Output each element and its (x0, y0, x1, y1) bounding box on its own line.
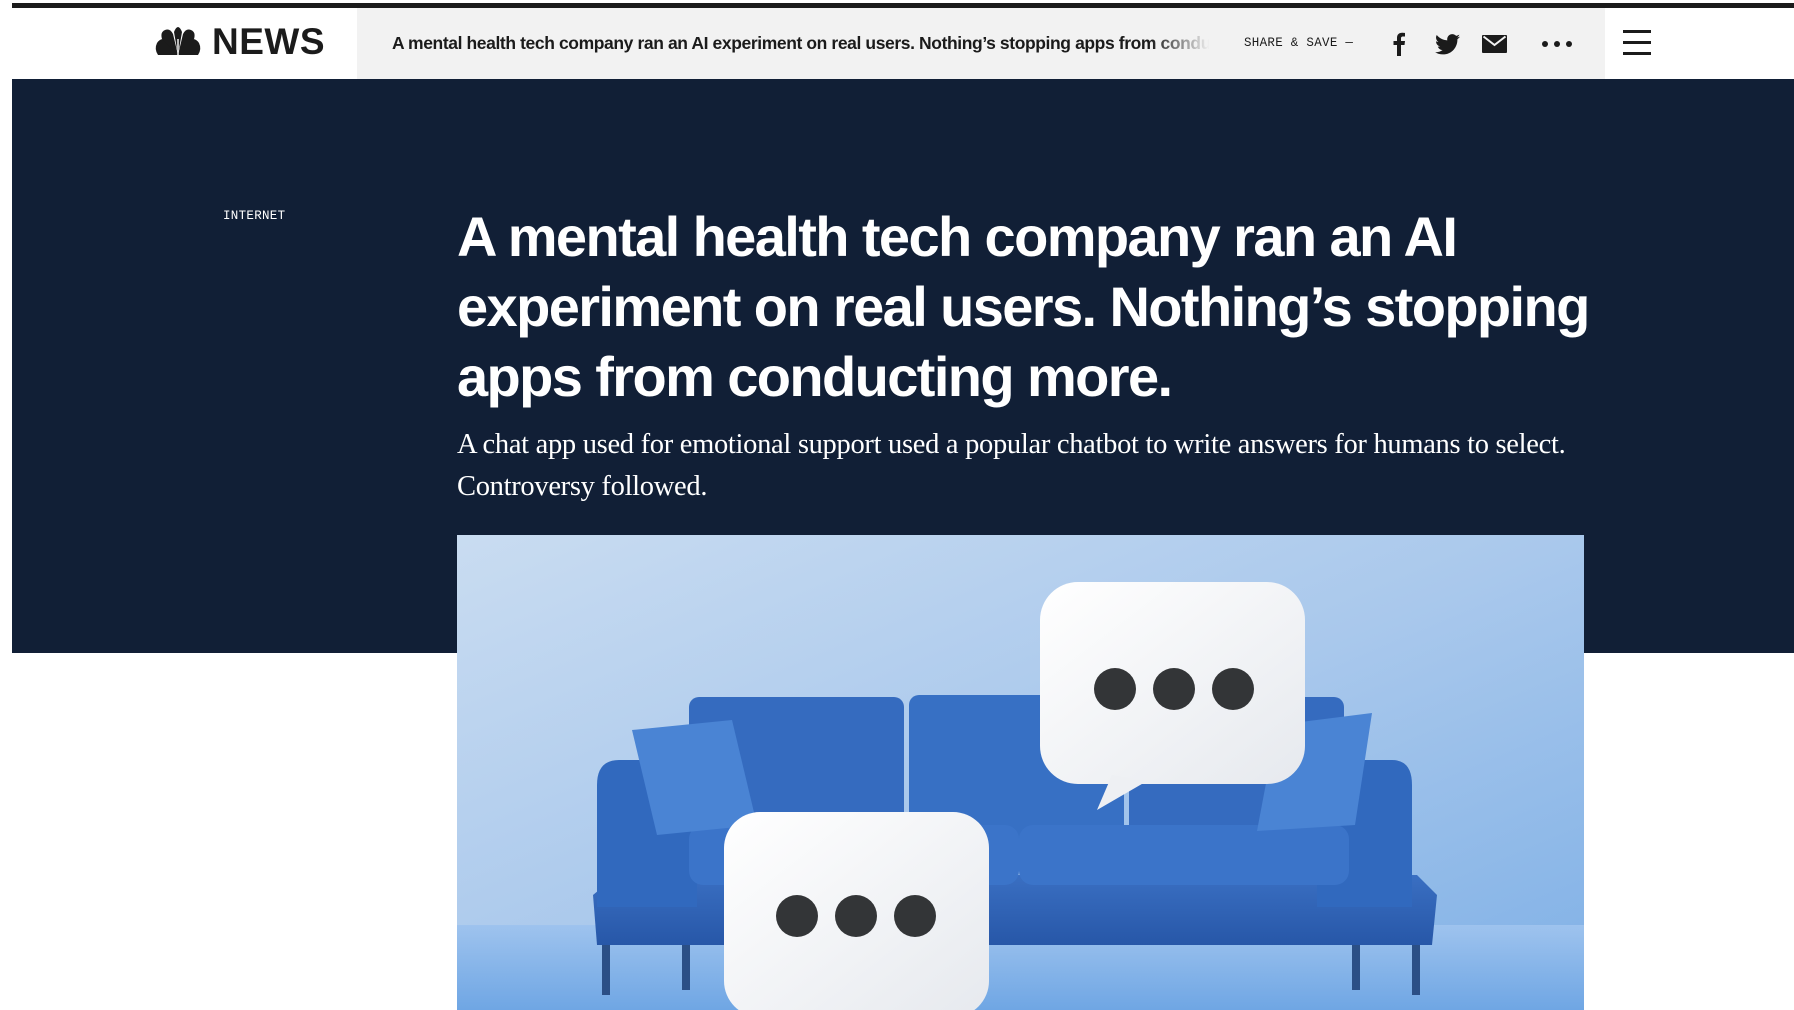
sofa-chat-bubbles-illustration (457, 535, 1584, 1010)
article-headline: A mental health tech company ran an AI e… (457, 205, 1590, 408)
more-icon (1542, 41, 1572, 47)
chat-bubble-large (1040, 582, 1305, 810)
share-save-label[interactable]: SHARE & SAVE — (1244, 36, 1353, 52)
twitter-share-button[interactable] (1430, 27, 1464, 61)
facebook-share-button[interactable] (1382, 27, 1416, 61)
twitter-icon (1434, 33, 1460, 54)
logo-text: NEWS (212, 21, 325, 62)
section-label[interactable]: INTERNET (223, 209, 285, 223)
hero-image (457, 535, 1584, 1010)
email-share-button[interactable] (1477, 27, 1511, 61)
hamburger-menu-icon (1623, 30, 1651, 33)
nbc-news-logo[interactable]: NEWS (154, 22, 325, 62)
email-icon (1481, 35, 1507, 53)
hamburger-menu-button[interactable] (1620, 27, 1654, 59)
hamburger-line (1623, 41, 1651, 44)
peacock-icon (155, 27, 201, 55)
headline-fade (1150, 28, 1220, 62)
article-dek: A chat app used for emotional support us… (457, 429, 1566, 502)
chat-bubble-small (724, 812, 989, 1010)
hamburger-line (1623, 52, 1651, 55)
sticky-headline: A mental health tech company ran an AI e… (392, 33, 1212, 53)
facebook-icon (1393, 32, 1405, 56)
more-options-button[interactable] (1540, 27, 1574, 61)
